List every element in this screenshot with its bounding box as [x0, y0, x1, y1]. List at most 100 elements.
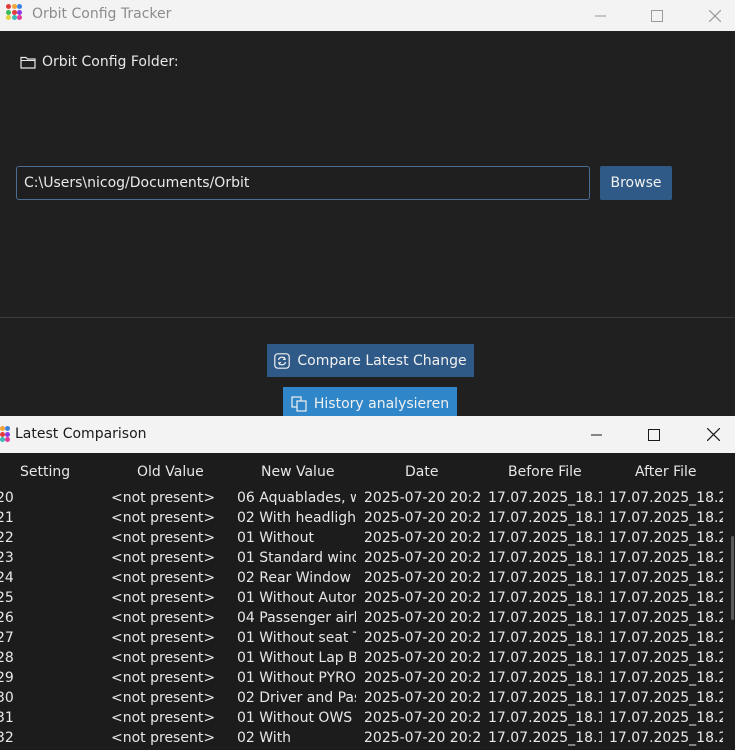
maximize-button[interactable] — [634, 0, 680, 31]
table-row[interactable]: 29 <not present> 01 Without PYRO T 2025-07-… — [0, 669, 735, 689]
table-row[interactable]: 30 <not present> 02 Driver and Pass 2025-07… — [0, 689, 735, 709]
table-cell-date: 2025-07-20 20:28 — [364, 670, 482, 686]
table-row[interactable]: 21 <not present> 02 With headlight 2025-07-… — [0, 509, 735, 529]
table-cell-after: 17.07.2025_18.20. — [609, 570, 723, 586]
table-cell-old: <not present> — [111, 510, 216, 526]
table-cell-before: 17.07.2025_18.12. — [488, 610, 602, 626]
history-button-label: History analysieren — [313, 395, 450, 412]
compare-latest-change-button[interactable]: Compare Latest Change — [267, 344, 474, 377]
table-cell-date: 2025-07-20 20:28 — [364, 730, 482, 746]
table-cell-new: 01 Without Autom — [237, 590, 356, 606]
table-cell-before: 17.07.2025_18.12. — [488, 530, 602, 546]
table-cell-before: 17.07.2025_18.12. — [488, 590, 602, 606]
table-cell-new: 01 Without seat Tr — [237, 630, 356, 646]
minimize-icon — [594, 15, 606, 17]
table-cell-date: 2025-07-20 20:28 — [364, 610, 482, 626]
column-header-setting[interactable]: Setting — [20, 464, 70, 480]
table-cell-setting: 21 — [0, 510, 14, 526]
window-title: Orbit Config Tracker — [32, 6, 172, 22]
close-button[interactable] — [692, 0, 735, 31]
table-row[interactable]: 31 <not present> 01 Without OWS 2025-07-20 … — [0, 709, 735, 729]
table-cell-old: <not present> — [111, 690, 216, 706]
compare-button-label: Compare Latest Change — [297, 352, 467, 369]
table-cell-date: 2025-07-20 20:28 — [364, 630, 482, 646]
table-cell-after: 17.07.2025_18.20. — [609, 510, 723, 526]
comparison-minimize-button[interactable] — [567, 416, 625, 453]
table-cell-old: <not present> — [111, 590, 216, 606]
table-cell-date: 2025-07-20 20:28 — [364, 590, 482, 606]
table-cell-setting: 29 — [0, 670, 14, 686]
folder-icon — [20, 56, 36, 69]
table-cell-after: 17.07.2025_18.20. — [609, 730, 723, 746]
table-cell-new: 01 Without PYRO T — [237, 670, 356, 686]
table-cell-after: 17.07.2025_18.20. — [609, 650, 723, 666]
table-row[interactable]: 24 <not present> 02 Rear Window w 2025-07-2… — [0, 569, 735, 589]
table-cell-before: 17.07.2025_18.12. — [488, 710, 602, 726]
table-cell-old: <not present> — [111, 730, 216, 746]
column-header-old-value[interactable]: Old Value — [137, 464, 204, 480]
table-cell-date: 2025-07-20 20:28 — [364, 650, 482, 666]
table-cell-before: 17.07.2025_18.12. — [488, 650, 602, 666]
table-cell-new: 01 Without Lap Be — [237, 650, 356, 666]
table-cell-old: <not present> — [111, 550, 216, 566]
column-header-after-file[interactable]: After File — [635, 464, 697, 480]
minimize-icon — [590, 434, 602, 436]
refresh-icon — [274, 352, 291, 369]
table-cell-new: 01 Without — [237, 530, 314, 546]
table-cell-before: 17.07.2025_18.12. — [488, 570, 602, 586]
comparison-maximize-button[interactable] — [625, 416, 683, 453]
table-cell-after: 17.07.2025_18.20. — [609, 550, 723, 566]
table-cell-old: <not present> — [111, 490, 216, 506]
browse-button[interactable]: Browse — [600, 166, 672, 200]
table-cell-after: 17.07.2025_18.20. — [609, 490, 723, 506]
table-cell-new: 06 Aquablades, wi — [237, 490, 356, 506]
table-row[interactable]: 32 <not present> 02 With 2025-07-20 20:28 17… — [0, 729, 735, 749]
table-cell-after: 17.07.2025_18.20. — [609, 670, 723, 686]
table-cell-setting: 30 — [0, 690, 14, 706]
table-cell-before: 17.07.2025_18.12. — [488, 670, 602, 686]
table-cell-setting: 24 — [0, 570, 14, 586]
table-row[interactable]: 28 <not present> 01 Without Lap Be 2025-07-… — [0, 649, 735, 669]
minimize-button[interactable] — [577, 0, 623, 31]
table-cell-date: 2025-07-20 20:28 — [364, 510, 482, 526]
table-cell-before: 17.07.2025_18.12. — [488, 550, 602, 566]
comparison-window-title: Latest Comparison — [15, 426, 147, 442]
table-row[interactable]: 22 <not present> 01 Without 2025-07-20 20:2… — [0, 529, 735, 549]
table-cell-setting: 27 — [0, 630, 14, 646]
table-cell-before: 17.07.2025_18.12. — [488, 510, 602, 526]
column-header-date[interactable]: Date — [405, 464, 438, 480]
table-cell-setting: 23 — [0, 550, 14, 566]
table-cell-date: 2025-07-20 20:28 — [364, 530, 482, 546]
main-titlebar[interactable]: Orbit Config Tracker — [0, 0, 735, 31]
table-row[interactable]: 23 <not present> 01 Standard winds 2025-07-… — [0, 549, 735, 569]
table-cell-old: <not present> — [111, 650, 216, 666]
maximize-icon — [651, 9, 663, 22]
table-cell-date: 2025-07-20 20:28 — [364, 690, 482, 706]
close-icon — [709, 9, 721, 22]
comparison-titlebar[interactable]: Latest Comparison — [0, 416, 735, 453]
table-cell-new: 04 Passenger airba — [237, 610, 356, 626]
divider — [0, 317, 735, 318]
table-cell-old: <not present> — [111, 530, 216, 546]
table-row[interactable]: 25 <not present> 01 Without Autom 2025-07-2… — [0, 589, 735, 609]
table-cell-date: 2025-07-20 20:28 — [364, 550, 482, 566]
table-cell-after: 17.07.2025_18.20. — [609, 590, 723, 606]
table-row[interactable]: 27 <not present> 01 Without seat Tr 2025-07… — [0, 629, 735, 649]
table-row[interactable]: 20 <not present> 06 Aquablades, wi 2025-07-… — [0, 489, 735, 509]
table-row[interactable]: 26 <not present> 04 Passenger airba 2025-07… — [0, 609, 735, 629]
table-cell-old: <not present> — [111, 630, 216, 646]
table-header: Setting Old Value New Value Date Before … — [0, 453, 735, 493]
table-cell-old: <not present> — [111, 610, 216, 626]
table-cell-after: 17.07.2025_18.20. — [609, 710, 723, 726]
table-cell-old: <not present> — [111, 570, 216, 586]
comparison-window: Latest Comparison Setting Old Value New … — [0, 416, 735, 750]
folder-path-input[interactable] — [16, 166, 590, 200]
comparison-close-button[interactable] — [684, 416, 735, 453]
vertical-scrollbar[interactable] — [731, 536, 734, 620]
table-cell-before: 17.07.2025_18.12. — [488, 690, 602, 706]
table-cell-after: 17.07.2025_18.20. — [609, 630, 723, 646]
column-header-before-file[interactable]: Before File — [508, 464, 582, 480]
table-cell-new: 01 Without OWS — [237, 710, 353, 726]
column-header-new-value[interactable]: New Value — [261, 464, 334, 480]
table-cell-before: 17.07.2025_18.12. — [488, 490, 602, 506]
